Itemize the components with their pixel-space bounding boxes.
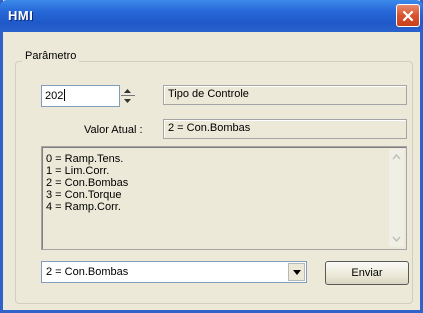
text-cursor: [64, 89, 66, 101]
scroll-up-icon: [392, 153, 401, 160]
close-button[interactable]: [396, 4, 420, 27]
selected-value: 2 = Con.Bombas: [46, 266, 129, 278]
group-label: Parâmetro: [22, 50, 80, 62]
close-icon: [402, 10, 414, 21]
send-button[interactable]: Enviar: [325, 261, 409, 285]
parameter-name-field: Tipo de Controle: [163, 85, 407, 105]
chevron-down-icon: [292, 269, 301, 275]
value-select[interactable]: 2 = Con.Bombas: [41, 261, 307, 283]
scroll-down-icon: [392, 236, 401, 243]
parameter-number-value: 202: [45, 90, 64, 102]
current-value-label: Valor Atual :: [84, 124, 143, 136]
list-item[interactable]: 1 = Lim.Corr.: [46, 165, 109, 177]
current-value-field: 2 = Con.Bombas: [163, 119, 407, 139]
list-item[interactable]: 4 = Ramp.Corr.: [46, 201, 121, 213]
parameter-number-input[interactable]: 202: [41, 85, 120, 107]
spin-down-button[interactable]: [119, 96, 136, 105]
list-item[interactable]: 0 = Ramp.Tens.: [46, 153, 123, 165]
list-item[interactable]: 2 = Con.Bombas: [46, 177, 128, 189]
window-title: HMI: [8, 8, 34, 23]
arrow-down-icon: [124, 98, 131, 103]
parameter-spinner[interactable]: [119, 85, 138, 107]
title-bar[interactable]: HMI: [0, 0, 423, 32]
spin-up-button[interactable]: [119, 86, 136, 95]
list-scrollbar[interactable]: [389, 149, 404, 247]
options-listbox[interactable]: 0 = Ramp.Tens. 1 = Lim.Corr. 2 = Con.Bom…: [41, 146, 407, 250]
arrow-up-icon: [124, 88, 131, 93]
list-item[interactable]: 3 = Con.Torque: [46, 189, 122, 201]
send-button-label: Enviar: [351, 267, 383, 279]
parameter-name: Tipo de Controle: [168, 88, 249, 100]
dropdown-button[interactable]: [288, 263, 305, 281]
current-value: 2 = Con.Bombas: [168, 122, 251, 134]
